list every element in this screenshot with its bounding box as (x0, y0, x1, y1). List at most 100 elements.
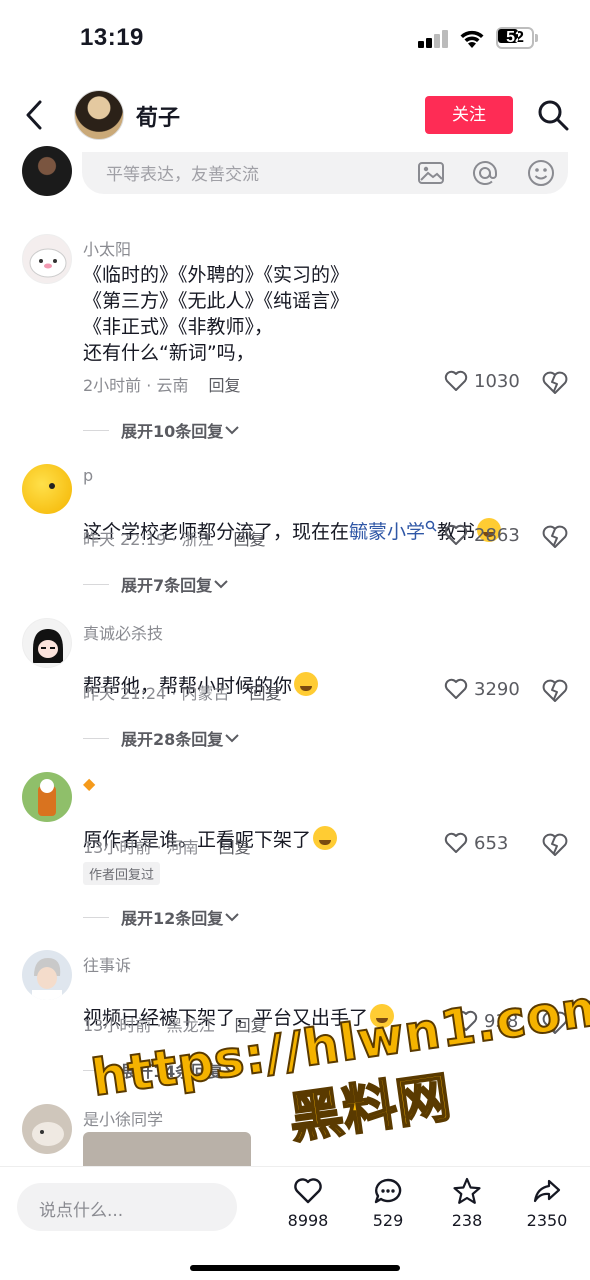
say-something-placeholder: 说点什么... (39, 1201, 124, 1221)
comment-input-placeholder: 平等表达，友善交流 (106, 165, 259, 185)
dislike-icon[interactable] (542, 832, 568, 858)
chevron-down-icon (214, 580, 228, 589)
author-name[interactable]: 荀子 (136, 100, 180, 132)
like-count: 2863 (474, 524, 520, 546)
commenter-avatar[interactable] (22, 772, 72, 822)
battery-level: 52 (506, 29, 524, 46)
chevron-down-icon (225, 913, 239, 922)
heart-icon (444, 370, 468, 391)
my-avatar (22, 146, 72, 196)
commenter-avatar[interactable] (22, 1104, 72, 1154)
search-icon[interactable] (536, 98, 570, 132)
expand-replies-button[interactable]: 展开12条回复 (83, 905, 241, 929)
search-icon (425, 520, 437, 532)
comment-time-location: 2小时前 · 云南 (83, 376, 189, 395)
author-avatar[interactable] (74, 90, 124, 140)
chevron-down-icon (225, 426, 239, 435)
comments-button[interactable]: 529 (353, 1177, 423, 1230)
commenter-avatar[interactable] (22, 950, 72, 1000)
battery-icon: 52 (496, 27, 538, 49)
follow-button[interactable]: 关注 (425, 96, 513, 134)
comment-meta: 昨天 21:24 · 内蒙古 回复 (83, 680, 281, 704)
back-icon[interactable] (20, 96, 50, 134)
commenter-avatar[interactable] (22, 464, 72, 514)
status-bar: 13:19 52 (0, 0, 590, 80)
cellular-signal-icon (418, 30, 450, 48)
favorite-count: 238 (451, 1211, 483, 1230)
like-button[interactable]: 938 (454, 1010, 518, 1032)
commenter-name[interactable]: 真诚必杀技 (83, 620, 163, 644)
expand-replies-button[interactable]: 展开7条回复 (83, 572, 230, 596)
like-button[interactable]: 3290 (444, 678, 520, 700)
share-count: 2350 (526, 1211, 568, 1230)
comment-bubble-icon (374, 1178, 402, 1204)
expand-replies-label: 展开14条回复 (121, 1062, 224, 1081)
header: 荀子 关注 (0, 80, 590, 152)
crying-emoji-icon (294, 672, 319, 696)
dislike-icon[interactable] (542, 1010, 568, 1036)
expand-replies-button[interactable]: 展开10条回复 (83, 418, 241, 442)
reply-button[interactable]: 回复 (219, 838, 251, 857)
comment-count: 529 (372, 1211, 404, 1230)
like-count: 1030 (474, 370, 520, 392)
chevron-down-icon (225, 1066, 239, 1075)
comment-input[interactable]: 平等表达，友善交流 (82, 152, 568, 194)
reply-button[interactable]: 回复 (233, 530, 265, 549)
commenter-avatar[interactable] (22, 618, 72, 668)
share-button[interactable]: 2350 (512, 1177, 582, 1230)
commenter-avatar[interactable] (22, 234, 72, 284)
comment-meta: 2小时前 · 云南 回复 (83, 372, 240, 396)
commenter-name[interactable]: p (83, 466, 93, 485)
commenter-name[interactable]: 往事诉 (83, 952, 131, 976)
heart-icon (444, 524, 468, 545)
heart-icon (444, 678, 468, 699)
expand-replies-button[interactable]: 展开14条回复 (83, 1058, 241, 1082)
emoji-icon[interactable] (526, 158, 556, 188)
heart-icon (444, 832, 468, 853)
comment-meta: 13小时前 · 黑龙江 回复 (83, 1012, 267, 1036)
comment-time-location: 13小时前 · 黑龙江 (83, 1016, 215, 1035)
comment-input-row: 平等表达，友善交流 (0, 146, 590, 210)
comment-text: 《临时的》《外聘的》《实习的》 《第三方》《无此人》《纯谣言》 《非正式》《非教… (83, 264, 350, 364)
like-button[interactable]: 2863 (444, 524, 520, 546)
commenter-name[interactable]: 小太阳 (83, 236, 131, 260)
bottom-bar: 说点什么... 8998 529 238 2350 (0, 1166, 590, 1280)
thinking-emoji-icon (313, 826, 338, 850)
watermark-name: 黑料网 (284, 1064, 455, 1151)
image-icon[interactable] (416, 158, 446, 188)
comment-time-location: 13小时前 · 河南 (83, 838, 199, 857)
favorite-button[interactable]: 238 (432, 1177, 502, 1230)
dislike-icon[interactable] (542, 370, 568, 396)
chevron-down-icon (225, 734, 239, 743)
reply-button[interactable]: 回复 (208, 376, 240, 395)
dislike-icon[interactable] (542, 678, 568, 704)
expand-replies-label: 展开7条回复 (121, 576, 213, 595)
commenter-name[interactable]: ◆ (83, 774, 95, 793)
wifi-icon (460, 30, 484, 48)
author-replied-badge: 作者回复过 (83, 862, 161, 885)
share-arrow-icon (533, 1179, 561, 1203)
home-indicator (190, 1265, 400, 1271)
say-something-input[interactable]: 说点什么... (17, 1183, 237, 1231)
dislike-icon[interactable] (542, 524, 568, 550)
search-link[interactable]: 毓蒙小学 (349, 521, 425, 543)
expand-replies-label: 展开12条回复 (121, 909, 224, 928)
star-icon (453, 1177, 481, 1204)
grinning-sweat-emoji-icon (370, 1004, 395, 1028)
expand-replies-button[interactable]: 展开28条回复 (83, 726, 241, 750)
mention-icon[interactable] (470, 158, 500, 188)
reply-button[interactable]: 回复 (235, 1016, 267, 1035)
like-button[interactable]: 653 (444, 832, 508, 854)
comment-time-location: 昨天 21:24 · 内蒙古 (83, 684, 230, 703)
heart-icon (454, 1010, 478, 1031)
commenter-name[interactable]: 是小徐同学 (83, 1106, 163, 1130)
like-button[interactable]: 1030 (444, 370, 520, 392)
comment-meta: 昨天 22:19 · 浙江 回复 (83, 526, 265, 550)
expand-replies-label: 展开28条回复 (121, 730, 224, 749)
reply-button[interactable]: 回复 (249, 684, 281, 703)
like-count: 3290 (474, 678, 520, 700)
heart-icon (294, 1178, 322, 1204)
comment-meta: 13小时前 · 河南 回复 (83, 834, 251, 858)
like-video-button[interactable]: 8998 (273, 1177, 343, 1230)
like-count: 653 (474, 832, 509, 854)
